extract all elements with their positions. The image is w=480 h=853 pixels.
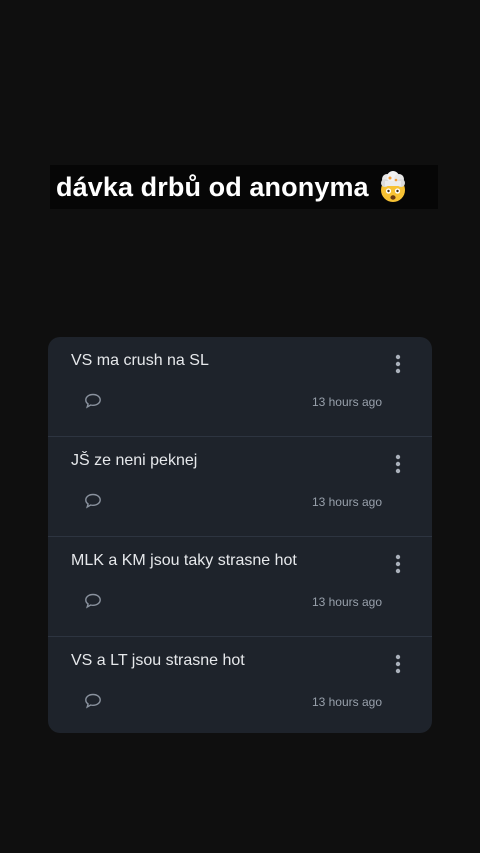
more-options-icon[interactable] (386, 351, 410, 377)
post-item[interactable]: JŠ ze neni peknej 13 hours ago (48, 437, 432, 537)
post-item[interactable]: VS a LT jsou strasne hot 13 hours ago (48, 637, 432, 733)
post-text: VS ma crush na SL (71, 352, 209, 369)
post-text: VS a LT jsou strasne hot (71, 652, 245, 669)
more-options-icon[interactable] (386, 451, 410, 477)
post-timestamp: 13 hours ago (311, 495, 382, 509)
post-timestamp: 13 hours ago (311, 695, 382, 709)
post-timestamp: 13 hours ago (311, 595, 382, 609)
comment-icon[interactable] (84, 493, 106, 511)
headline-text: dávka drbů od anonyma (56, 171, 369, 202)
story-canvas: dávka drbů od anonyma VS ma crush na SL … (0, 0, 480, 853)
post-item[interactable]: MLK a KM jsou taky strasne hot 13 hours … (48, 537, 432, 637)
post-text: JŠ ze neni peknej (71, 452, 198, 469)
comment-icon[interactable] (84, 693, 106, 711)
headline-banner: dávka drbů od anonyma (50, 165, 438, 209)
post-item[interactable]: VS ma crush na SL 13 hours ago (48, 337, 432, 437)
comment-icon[interactable] (84, 393, 106, 411)
comment-icon[interactable] (84, 593, 106, 611)
more-options-icon[interactable] (386, 551, 410, 577)
post-text: MLK a KM jsou taky strasne hot (71, 552, 297, 569)
posts-card: VS ma crush na SL 13 hours ago JŠ ze nen… (48, 337, 432, 733)
post-timestamp: 13 hours ago (311, 395, 382, 409)
more-options-icon[interactable] (386, 651, 410, 677)
exploding-head-icon (377, 171, 409, 203)
